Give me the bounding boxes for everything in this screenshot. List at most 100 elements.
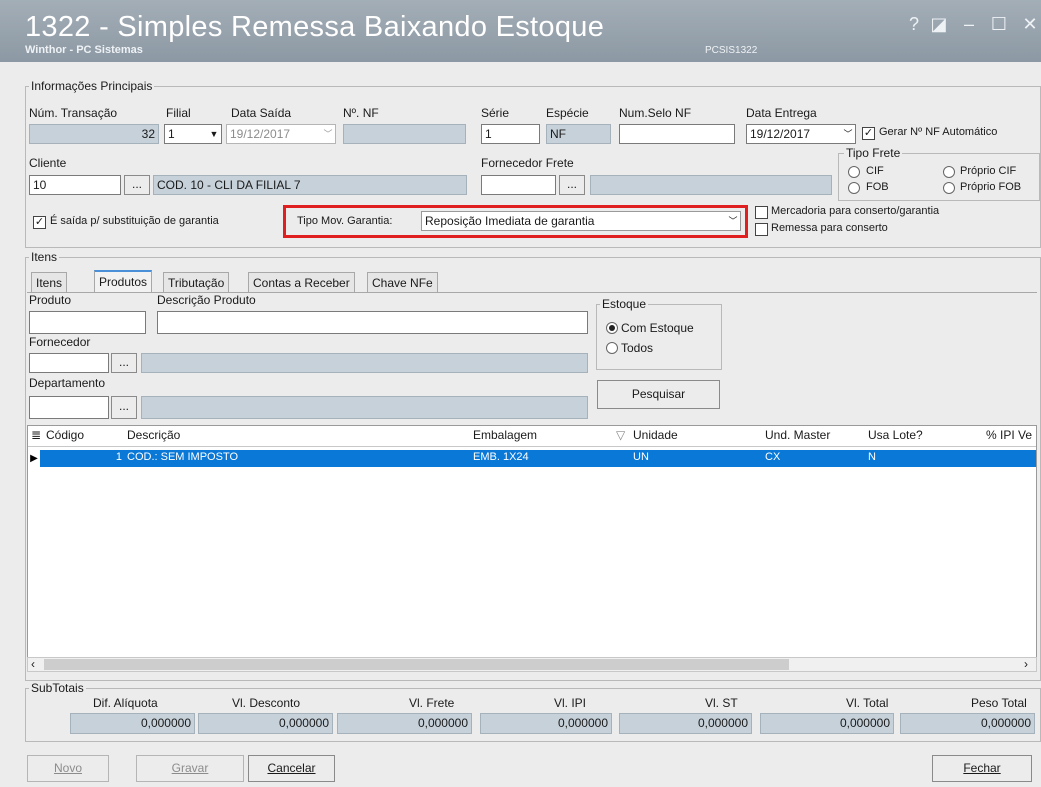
mercadoria-conserto-checkbox[interactable] xyxy=(755,206,768,219)
principal-group-title: Informações Principais xyxy=(29,79,155,93)
chevron-down-icon[interactable]: ﹀ xyxy=(321,125,335,143)
close-icon[interactable]: ✕ xyxy=(1021,14,1039,35)
maximize-icon[interactable]: ☐ xyxy=(990,14,1008,35)
fornecedor-name-field[interactable] xyxy=(141,353,588,373)
remessa-conserto-checkbox[interactable] xyxy=(755,223,768,236)
gravar-button[interactable]: Gravar xyxy=(136,755,244,782)
cell-codigo: 1 xyxy=(115,451,122,463)
chevron-down-icon[interactable]: ﹀ xyxy=(841,125,855,143)
cell-embalagem: EMB. 1X24 xyxy=(473,451,529,463)
nf-field[interactable] xyxy=(343,124,466,144)
tab-produtos[interactable]: Produtos xyxy=(94,270,153,293)
descricao-field[interactable] xyxy=(157,311,588,334)
cliente-name-field[interactable]: COD. 10 - CLI DA FILIAL 7 xyxy=(153,175,467,195)
departamento-name-field[interactable] xyxy=(141,396,588,419)
peso-total-field[interactable]: 0,000000 xyxy=(900,713,1035,734)
vl-desconto-label: Vl. Desconto xyxy=(232,696,301,710)
cell-descricao: COD.: SEM IMPOSTO xyxy=(127,451,239,463)
cell-und-master: CX xyxy=(765,451,781,463)
vl-ipi-field[interactable]: 0,000000 xyxy=(480,713,612,734)
estoque-group xyxy=(596,304,722,370)
radio-proprio-cif-label: Próprio CIF xyxy=(960,165,1017,177)
horizontal-scrollbar[interactable]: ‹ › xyxy=(27,657,1037,672)
vl-st-field[interactable]: 0,000000 xyxy=(619,713,752,734)
scroll-right-icon[interactable]: › xyxy=(1024,657,1028,671)
dif-aliquota-field[interactable]: 0,000000 xyxy=(70,713,195,734)
data-saida-field[interactable]: 19/12/2017 ﹀ xyxy=(226,124,336,144)
fornecedor-frete-name-field[interactable] xyxy=(590,175,832,195)
fechar-button[interactable]: Fechar xyxy=(932,755,1032,782)
fornecedor-frete-search-button[interactable]: ... xyxy=(559,175,585,195)
restore-icon[interactable]: ◪ xyxy=(930,14,948,35)
cliente-search-button[interactable]: ... xyxy=(124,175,150,195)
serie-field[interactable]: 1 xyxy=(481,124,540,144)
scrollbar-thumb[interactable] xyxy=(44,659,789,670)
scroll-left-icon[interactable]: ‹ xyxy=(31,657,35,671)
highlight-box xyxy=(283,205,748,238)
fornecedor-frete-code-field[interactable] xyxy=(481,175,556,195)
radio-todos[interactable] xyxy=(606,342,618,354)
grid-header-divider xyxy=(28,446,1036,447)
vl-frete-field[interactable]: 0,000000 xyxy=(337,713,472,734)
departamento-search-button[interactable]: ... xyxy=(111,396,137,419)
filial-select[interactable]: 1 ▼ xyxy=(164,124,222,144)
tab-chave-nfe[interactable]: Chave NFe xyxy=(367,272,438,293)
radio-com-estoque[interactable] xyxy=(606,322,618,334)
especie-field[interactable]: NF xyxy=(546,124,611,144)
col-ipi[interactable]: % IPI Ve xyxy=(986,428,1032,442)
fornecedor-label: Fornecedor xyxy=(29,335,91,349)
radio-cif-label: CIF xyxy=(866,165,884,177)
cliente-code-field[interactable]: 10 xyxy=(29,175,121,195)
minimize-icon[interactable]: – xyxy=(960,14,978,35)
grid-menu-icon[interactable]: ≣ xyxy=(31,428,41,442)
gerar-nf-label: Gerar Nº NF Automático xyxy=(879,126,998,138)
produto-label: Produto xyxy=(29,293,72,307)
items-grid[interactable]: ≣ Código Descrição Embalagem ▽ Unidade U… xyxy=(27,425,1037,671)
num-transacao-field[interactable]: 32 xyxy=(29,124,159,144)
departamento-code-field[interactable] xyxy=(29,396,109,419)
data-saida-value: 19/12/2017 xyxy=(230,127,291,141)
chevron-down-icon[interactable]: ▼ xyxy=(207,125,221,143)
col-usa-lote[interactable]: Usa Lote? xyxy=(868,428,923,442)
produto-field[interactable] xyxy=(29,311,146,334)
tab-contas-receber[interactable]: Contas a Receber xyxy=(248,272,355,293)
col-descricao[interactable]: Descrição xyxy=(127,428,180,442)
tab-itens[interactable]: Itens xyxy=(31,272,68,293)
vl-ipi-label: Vl. IPI xyxy=(554,696,587,710)
vl-total-label: Vl. Total xyxy=(846,696,889,710)
tipo-frete-title: Tipo Frete xyxy=(844,146,903,160)
cancelar-button[interactable]: Cancelar xyxy=(248,755,335,782)
col-und-master[interactable]: Und. Master xyxy=(765,428,830,442)
garantia-checkbox[interactable]: ✓ xyxy=(33,216,46,229)
radio-proprio-fob[interactable] xyxy=(943,182,955,194)
novo-button[interactable]: Novo xyxy=(27,755,109,782)
radio-fob[interactable] xyxy=(848,182,860,194)
vl-desconto-field[interactable]: 0,000000 xyxy=(198,713,333,734)
data-entrega-value: 19/12/2017 xyxy=(750,127,811,141)
help-icon[interactable]: ? xyxy=(905,14,923,35)
routine-code: PCSIS1322 xyxy=(705,45,758,56)
fornecedor-search-button[interactable]: ... xyxy=(111,353,137,373)
row-indicator-icon: ▶ xyxy=(28,450,40,467)
radio-cif[interactable] xyxy=(848,166,860,178)
num-selo-field[interactable] xyxy=(619,124,735,144)
col-unidade[interactable]: Unidade xyxy=(633,428,678,442)
estoque-title: Estoque xyxy=(600,297,649,311)
table-row[interactable]: ▶ 1 COD.: SEM IMPOSTO EMB. 1X24 UN CX N xyxy=(28,450,1036,467)
radio-proprio-cif[interactable] xyxy=(943,166,955,178)
gravar-label: Gravar xyxy=(171,761,209,775)
tab-tributacao[interactable]: Tributação xyxy=(163,272,230,293)
sort-filter-icon[interactable]: ▽ xyxy=(616,428,625,442)
itens-group-title: Itens xyxy=(29,250,60,264)
nf-label: Nº. NF xyxy=(343,106,379,120)
pesquisar-button[interactable]: Pesquisar xyxy=(597,380,720,409)
data-entrega-field[interactable]: 19/12/2017 ﹀ xyxy=(746,124,856,144)
vl-total-field[interactable]: 0,000000 xyxy=(760,713,894,734)
vl-st-label: Vl. ST xyxy=(705,696,738,710)
cancelar-label: Cancelar xyxy=(267,761,316,775)
gerar-nf-checkbox[interactable]: ✓ xyxy=(862,127,875,140)
col-embalagem[interactable]: Embalagem xyxy=(473,428,537,442)
col-codigo[interactable]: Código xyxy=(46,428,84,442)
title-bar[interactable]: 1322 - Simples Remessa Baixando Estoque … xyxy=(0,0,1041,62)
fornecedor-code-field[interactable] xyxy=(29,353,109,373)
